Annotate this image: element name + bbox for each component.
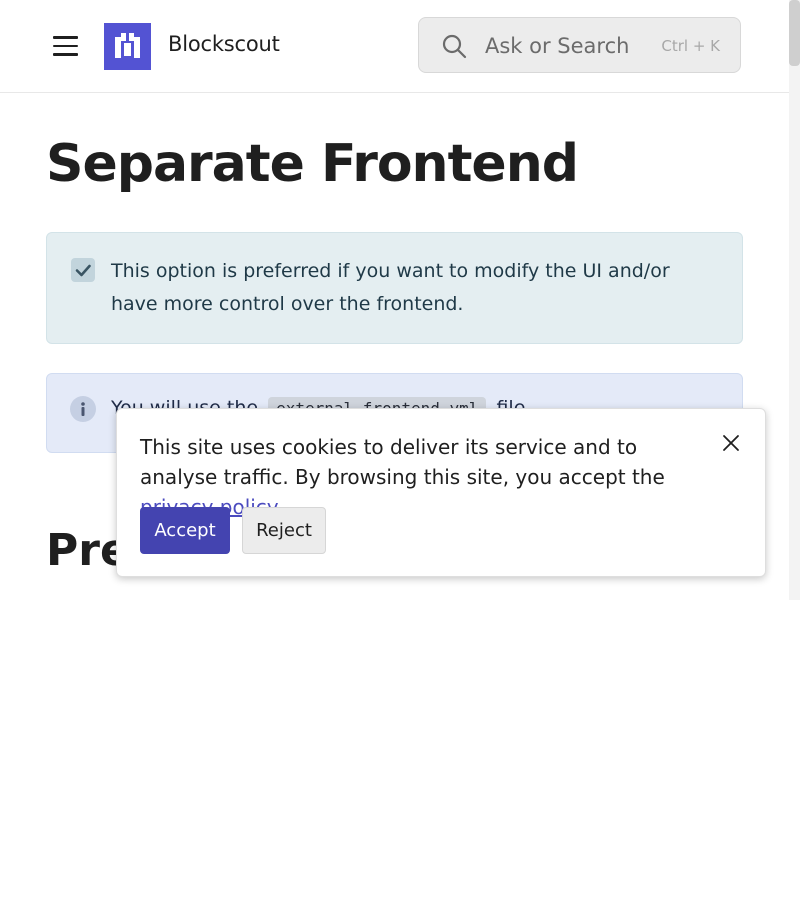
info-icon [70, 396, 96, 422]
vertical-scrollbar[interactable] [789, 0, 800, 600]
cookie-text-body: This site uses cookies to deliver its se… [140, 435, 665, 489]
page-viewport: Blockscout Ctrl + K Separate Frontend Th… [0, 0, 800, 600]
search-shortcut: Ctrl + K [661, 37, 720, 55]
note-callout: This option is preferred if you want to … [46, 232, 743, 344]
page-title: Separate Frontend [46, 134, 579, 194]
cookie-consent-banner: This site uses cookies to deliver its se… [116, 408, 766, 577]
search-input[interactable] [485, 31, 645, 61]
site-title[interactable]: Blockscout [168, 32, 280, 56]
scrollbar-thumb[interactable] [789, 0, 800, 66]
reject-cookies-button[interactable]: Reject [242, 507, 326, 554]
search-box[interactable]: Ctrl + K [418, 17, 741, 73]
search-icon [442, 34, 467, 59]
blockscout-logo[interactable] [104, 23, 151, 70]
site-header: Blockscout Ctrl + K [0, 0, 789, 93]
hamburger-menu-icon[interactable] [52, 34, 80, 58]
accept-cookies-button[interactable]: Accept [140, 507, 230, 554]
close-icon[interactable] [721, 433, 741, 453]
note-callout-text: This option is preferred if you want to … [111, 260, 670, 315]
checkbox-check-icon [71, 258, 95, 282]
